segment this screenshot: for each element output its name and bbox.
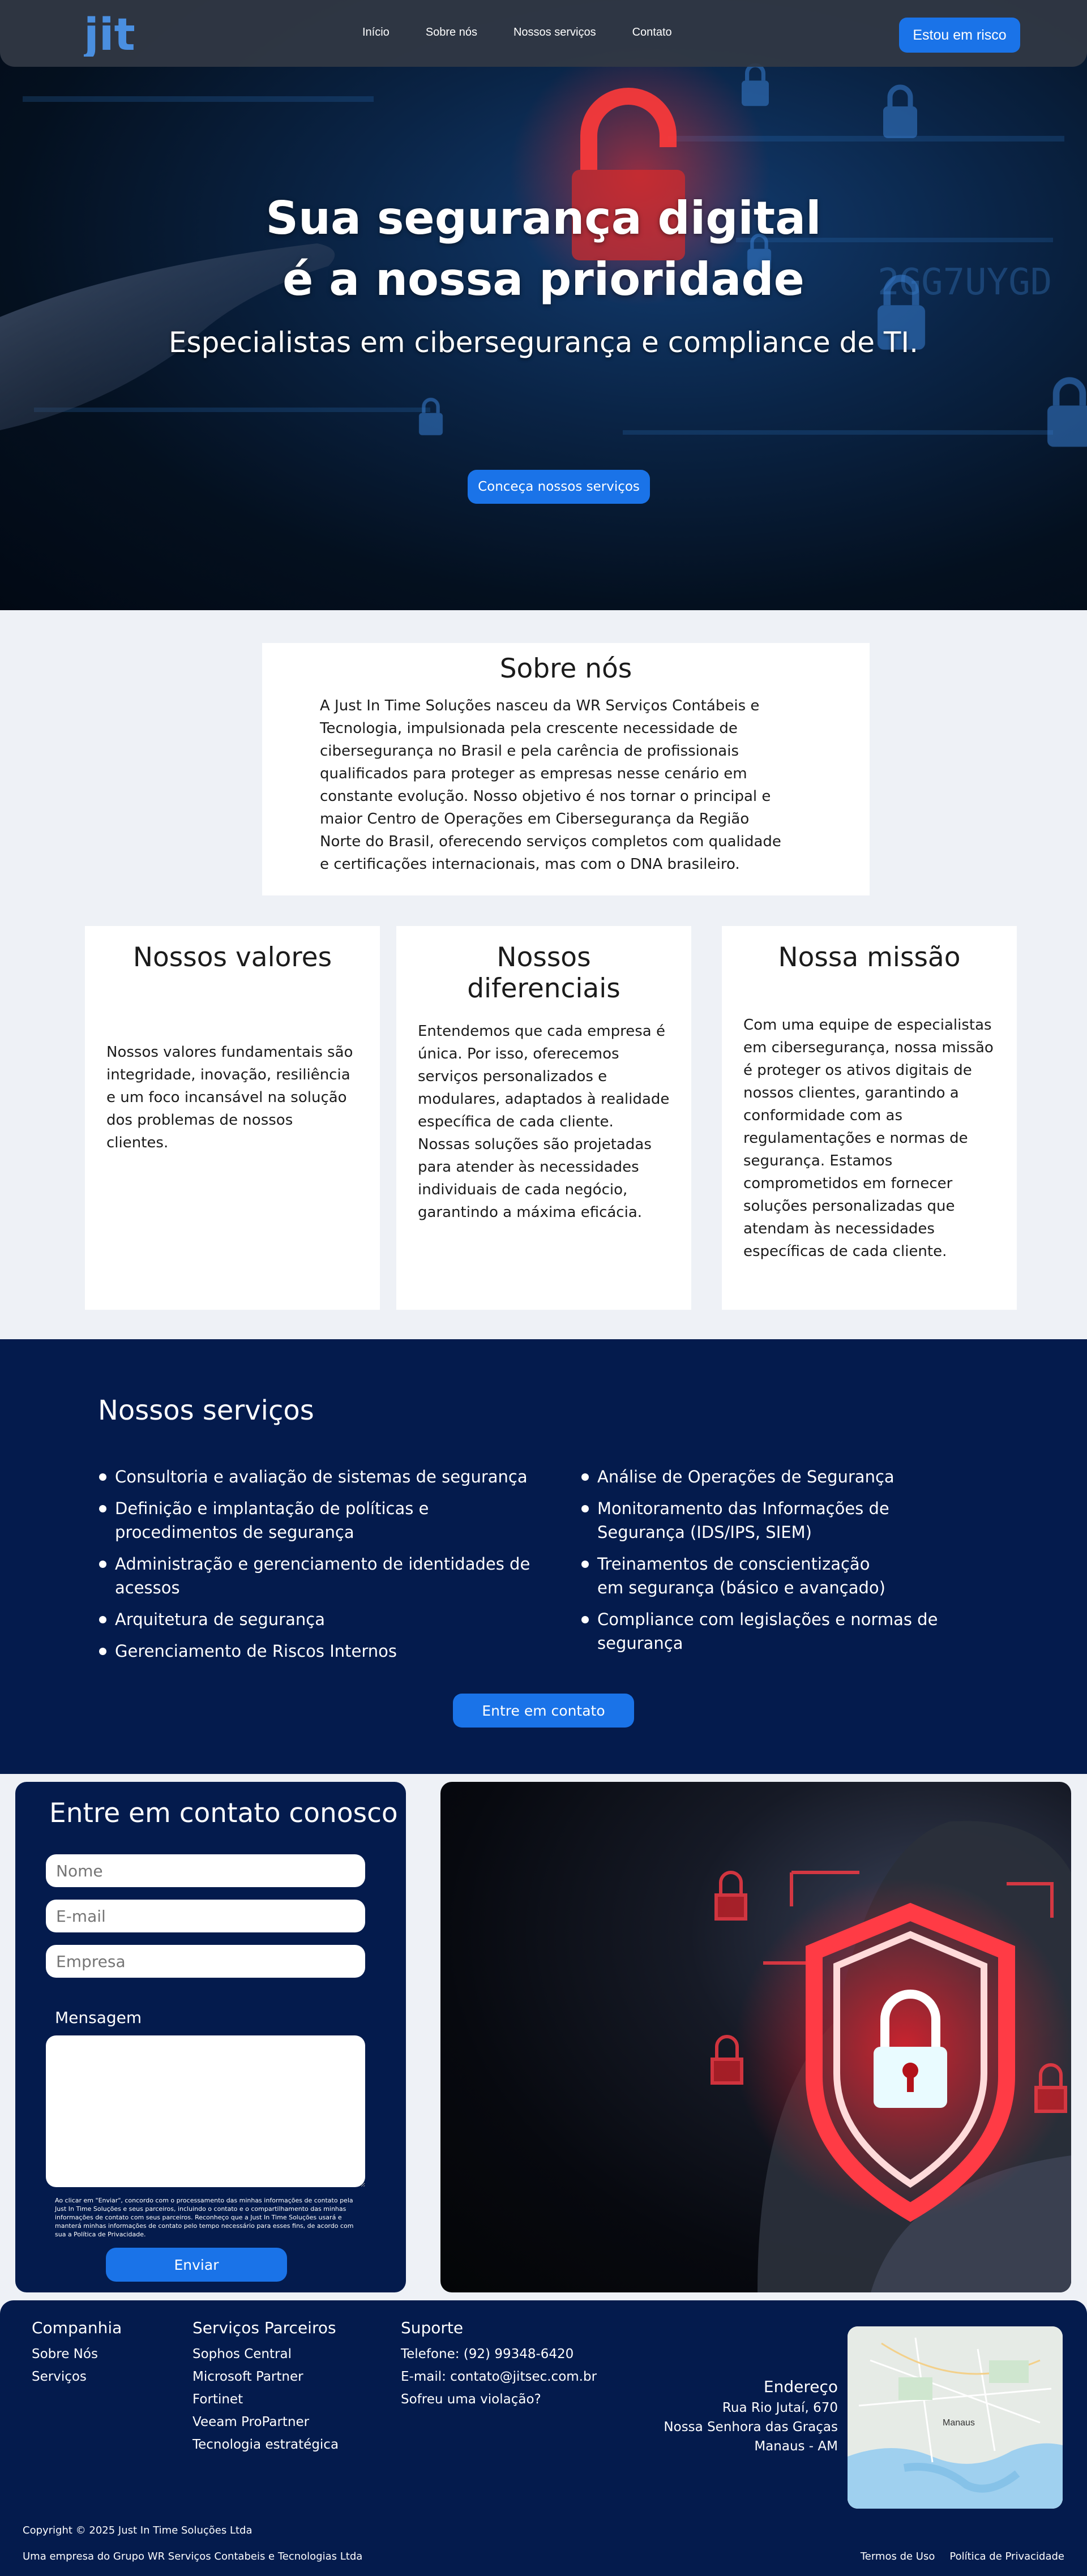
email-field[interactable] (46, 1900, 365, 1932)
services-section: Nossos serviços Consultoria e avaliação … (0, 1339, 1087, 1774)
service-item: Compliance com legislações e normas de s… (580, 1608, 1011, 1655)
submit-button[interactable]: Enviar (106, 2248, 287, 2282)
differentials-title: Nossos diferenciais (467, 942, 620, 1004)
footer-partners-title: Serviços Parceiros (192, 2318, 336, 2337)
nav-link-inicio[interactable]: Início (362, 26, 390, 39)
hero-subtitle: Especialistas em cibersegurança e compli… (168, 326, 919, 359)
about-card: Sobre nós A Just In Time Soluções nasceu… (262, 643, 870, 895)
mission-text: Com uma equipe de especialistas em ciber… (743, 1017, 994, 1260)
footer-company-title: Companhia (32, 2318, 122, 2337)
address-title: Endereço (763, 2377, 838, 2396)
about-title: Sobre nós (499, 653, 632, 684)
differentials-card: Nossos diferenciais Entendemos que cada … (396, 926, 691, 1310)
footer-support: Suporte Telefone: (92) 99348-6420 E-mail… (401, 2318, 597, 2411)
address-line: Nossa Senhora das Graças (664, 2420, 838, 2434)
risk-button[interactable]: Estou em risco (899, 18, 1020, 53)
differentials-text: Entendemos que cada empresa é única. Por… (418, 1023, 670, 1221)
contact-form: Entre em contato conosco Mensagem Ao cli… (15, 1782, 406, 2292)
contact-cta-button[interactable]: Entre em contato (453, 1694, 634, 1728)
name-field[interactable] (46, 1854, 365, 1887)
service-item: Treinamentos de conscientização em segur… (580, 1552, 897, 1600)
services-list-left: Consultoria e avaliação de sistemas de s… (98, 1465, 562, 1671)
message-field[interactable] (46, 2035, 365, 2187)
legal-links: Termos de Uso Política de Privacidade (861, 2551, 1064, 2562)
nav-link-servicos[interactable]: Nossos serviços (513, 26, 596, 39)
copyright-text: Copyright © 2025 Just In Time Soluções L… (23, 2524, 253, 2536)
service-item: Consultoria e avaliação de sistemas de s… (98, 1465, 562, 1489)
map-city-label: Manaus (943, 2418, 975, 2428)
hero-title-line1: Sua segurança digital (266, 192, 821, 245)
service-item: Análise de Operações de Segurança (580, 1465, 1011, 1489)
footer-partners: Serviços Parceiros Sophos Central Micros… (192, 2318, 339, 2456)
service-item: Gerenciamento de Riscos Internos (98, 1639, 562, 1663)
support-email[interactable]: E-mail: contato@jitsec.com.br (401, 2365, 597, 2388)
main-nav: Início Sobre nós Nossos serviços Contato (362, 26, 672, 39)
privacy-link[interactable]: Política de Privacidade (949, 2551, 1064, 2562)
hero-section: 2GG7UYGD Sua segurança digital é a nossa… (0, 0, 1087, 610)
support-phone[interactable]: Telefone: (92) 99348-6420 (401, 2343, 597, 2365)
consent-text: Ao clicar em "Enviar", concordo com o pr… (55, 2197, 354, 2238)
map-image: Manaus (848, 2326, 1063, 2509)
jit-logo[interactable]: jit (84, 11, 143, 57)
support-breach-link[interactable]: Sofreu uma violação? (401, 2388, 597, 2411)
mission-title: Nossa missão (778, 942, 961, 973)
service-item: Definição e implantação de políticas e p… (98, 1497, 449, 1544)
service-item: Arquitetura de segurança (98, 1608, 562, 1631)
location-map[interactable]: Manaus (848, 2326, 1063, 2509)
contact-title: Entre em contato conosco (49, 1798, 398, 1829)
footer-address: Endereço Rua Rio Jutaí, 670 Nossa Senhor… (664, 2377, 838, 2456)
address-line: Manaus - AM (754, 2439, 838, 2454)
footer-support-title: Suporte (401, 2318, 464, 2337)
partner-item[interactable]: Tecnologia estratégica (192, 2433, 339, 2456)
partner-item[interactable]: Fortinet (192, 2388, 339, 2411)
hacker-image (440, 1782, 1071, 2292)
message-label: Mensagem (55, 2008, 142, 2027)
partner-item[interactable]: Microsoft Partner (192, 2365, 339, 2388)
values-card: Nossos valores Nossos valores fundamenta… (85, 926, 380, 1310)
services-cta-button[interactable]: Conceça nossos serviços (468, 470, 650, 504)
site-header: jit Início Sobre nós Nossos serviços Con… (0, 0, 1087, 67)
terms-link[interactable]: Termos de Uso (861, 2551, 935, 2562)
group-text: Uma empresa do Grupo WR Serviços Contabe… (23, 2551, 363, 2562)
hero-title-line2: é a nossa prioridade (283, 253, 804, 306)
address-line: Rua Rio Jutaí, 670 (722, 2401, 838, 2415)
site-footer: Companhia Sobre Nós Serviços Serviços Pa… (0, 2300, 1087, 2576)
hero-title: Sua segurança digital é a nossa priorida… (0, 188, 1087, 310)
nav-link-contato[interactable]: Contato (632, 26, 672, 39)
services-list-right: Análise de Operações de Segurança Monito… (580, 1465, 1011, 1663)
about-text: A Just In Time Soluções nasceu da WR Ser… (320, 697, 781, 873)
partner-item[interactable]: Veeam ProPartner (192, 2411, 339, 2433)
nav-link-sobre-nos[interactable]: Sobre nós (426, 26, 477, 39)
about-section: Sobre nós A Just In Time Soluções nasceu… (0, 610, 1087, 1339)
hacker-illustration (711, 1821, 1071, 2292)
services-title: Nossos serviços (98, 1395, 314, 1426)
values-title: Nossos valores (132, 942, 332, 973)
company-field[interactable] (46, 1945, 365, 1978)
footer-link-servicos[interactable]: Serviços (32, 2365, 122, 2388)
logo-text: jit (84, 11, 135, 57)
contact-section: Entre em contato conosco Mensagem Ao cli… (0, 1774, 1087, 2300)
mission-card: Nossa missão Com uma equipe de especiali… (722, 926, 1017, 1310)
values-text: Nossos valores fundamentais são integrid… (106, 1044, 353, 1151)
footer-company: Companhia Sobre Nós Serviços (32, 2318, 122, 2388)
footer-link-sobre-nos[interactable]: Sobre Nós (32, 2343, 122, 2365)
partner-item[interactable]: Sophos Central (192, 2343, 339, 2365)
service-item: Monitoramento das Informações de Seguran… (580, 1497, 897, 1544)
service-item: Administração e gerenciamento de identid… (98, 1552, 562, 1600)
